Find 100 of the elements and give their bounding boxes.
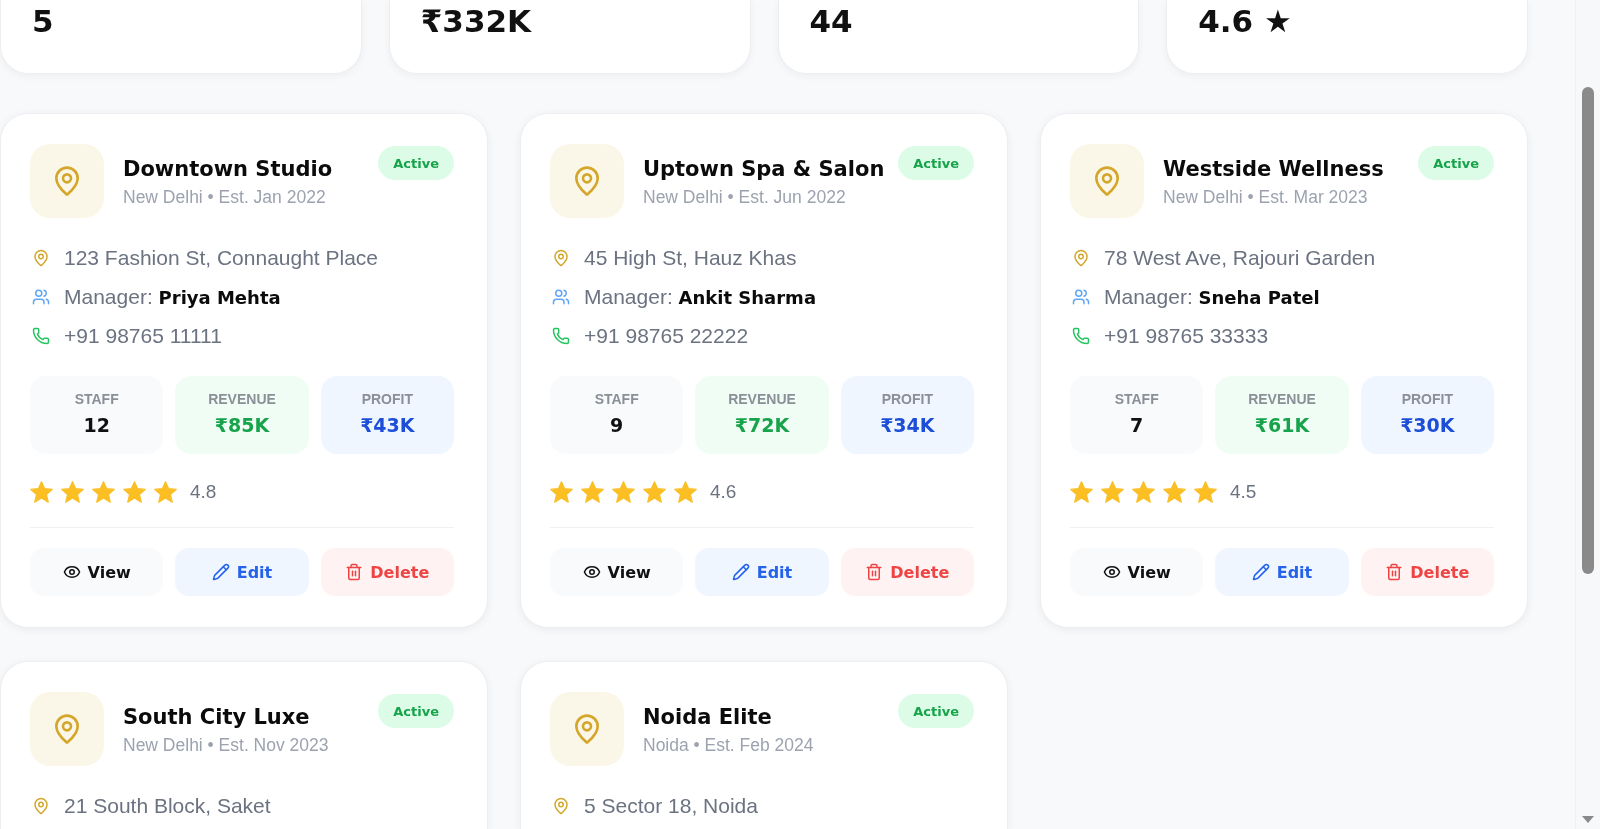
trash-icon [865, 563, 884, 581]
star-icon [643, 481, 666, 503]
status-badge: Active [898, 694, 974, 728]
manager-text: Manager: Priya Mehta [64, 283, 281, 310]
star-icon [581, 481, 604, 503]
status-badge: Active [1418, 146, 1494, 180]
map-pin-icon [550, 692, 624, 766]
address-text: 45 High St, Hauz Khas [584, 245, 797, 271]
branch-subtitle: New Delhi • Est. Nov 2023 [123, 735, 330, 756]
star-icon [674, 481, 697, 503]
status-badge: Active [378, 146, 454, 180]
star-icon [1132, 481, 1155, 503]
stat-value: 44 [809, 3, 853, 39]
edit-button[interactable]: Edit [1215, 548, 1349, 596]
map-pin-icon [32, 797, 50, 815]
view-button[interactable]: View [1070, 548, 1204, 596]
star-icon [30, 481, 53, 503]
manager-text: Manager: Ankit Sharma [584, 283, 817, 310]
star-icon [61, 481, 84, 503]
branch-subtitle: New Delhi • Est. Mar 2023 [1163, 187, 1369, 208]
metric-value: ₹30K [1400, 413, 1455, 438]
phone-text: +91 98765 33333 [1104, 323, 1269, 349]
scrollbar-thumb[interactable] [1582, 87, 1594, 574]
branch-name: Downtown Studio [123, 156, 334, 183]
metric-label: STAFF [1114, 390, 1159, 408]
map-pin-icon [552, 249, 570, 267]
edit-button[interactable]: Edit [175, 548, 309, 596]
star-icon [1070, 481, 1093, 503]
map-pin-icon [1072, 249, 1090, 267]
metric-label: STAFF [74, 390, 119, 408]
metric-value: 7 [1130, 413, 1144, 438]
map-pin-icon [32, 249, 50, 267]
star-icon [612, 481, 635, 503]
branch-name: Westside Wellness [1163, 156, 1385, 183]
phone-text: +91 98765 11111 [64, 323, 222, 349]
delete-button[interactable]: Delete [320, 548, 454, 596]
eye-icon [62, 563, 81, 581]
stat-value: 5 [32, 3, 54, 39]
phone-text: +91 98765 22222 [584, 323, 749, 349]
map-pin-icon [30, 692, 104, 766]
eye-icon [582, 563, 601, 581]
users-icon [552, 288, 570, 306]
stat-value: 4.6 ★ [1198, 3, 1292, 39]
metric-value: ₹34K [880, 413, 935, 438]
metric-value: ₹72K [734, 413, 790, 438]
address-text: 78 West Ave, Rajouri Garden [1104, 245, 1376, 271]
rating-value: 4.6 [710, 481, 737, 503]
trash-icon [1385, 563, 1404, 581]
metric-value: ₹61K [1254, 413, 1310, 438]
branch-name: Noida Elite [643, 704, 773, 731]
phone-icon [32, 327, 50, 345]
metric-value: 12 [83, 413, 110, 438]
manager-text: Manager: Sneha Patel [1104, 283, 1320, 310]
address-text: 5 Sector 18, Noida [584, 793, 758, 819]
pencil-icon [731, 563, 750, 581]
star-icon [1194, 481, 1217, 503]
metric-label: PROFIT [1401, 390, 1453, 408]
phone-icon [1072, 327, 1090, 345]
branch-subtitle: Noida • Est. Feb 2024 [643, 735, 815, 756]
map-pin-icon [1070, 144, 1144, 218]
star-icon [123, 481, 146, 503]
star-icon [550, 481, 573, 503]
branch-name: Uptown Spa & Salon [643, 156, 886, 183]
star-icon [1163, 481, 1186, 503]
map-pin-icon [30, 144, 104, 218]
address-text: 21 South Block, Saket [64, 793, 271, 819]
rating-value: 4.5 [1230, 481, 1257, 503]
pencil-icon [1251, 563, 1270, 581]
map-pin-icon [552, 797, 570, 815]
delete-button[interactable]: Delete [1360, 548, 1494, 596]
view-button[interactable]: View [550, 548, 684, 596]
metric-value: 9 [610, 413, 624, 438]
metric-label: REVENUE [208, 390, 276, 408]
pencil-icon [211, 563, 230, 581]
metric-label: PROFIT [881, 390, 933, 408]
metric-label: PROFIT [361, 390, 413, 408]
map-pin-icon [550, 144, 624, 218]
address-text: 123 Fashion St, Connaught Place [64, 245, 379, 271]
metric-label: STAFF [594, 390, 639, 408]
trash-icon [345, 563, 364, 581]
star-icon [92, 481, 115, 503]
metric-value: ₹85K [214, 413, 270, 438]
view-button[interactable]: View [30, 548, 164, 596]
users-icon [32, 288, 50, 306]
delete-button[interactable]: Delete [840, 548, 974, 596]
branch-subtitle: New Delhi • Est. Jan 2022 [123, 187, 327, 208]
status-badge: Active [898, 146, 974, 180]
users-icon [1072, 288, 1090, 306]
metric-label: REVENUE [728, 390, 796, 408]
stat-value: ₹332K [420, 3, 532, 39]
rating-value: 4.8 [190, 481, 217, 503]
edit-button[interactable]: Edit [695, 548, 829, 596]
scroll-down-arrow-icon[interactable] [1582, 816, 1594, 823]
branch-name: South City Luxe [123, 704, 311, 731]
eye-icon [1102, 563, 1121, 581]
metric-label: REVENUE [1248, 390, 1316, 408]
star-icon [1101, 481, 1124, 503]
metric-value: ₹43K [360, 413, 415, 438]
phone-icon [552, 327, 570, 345]
status-badge: Active [378, 694, 454, 728]
